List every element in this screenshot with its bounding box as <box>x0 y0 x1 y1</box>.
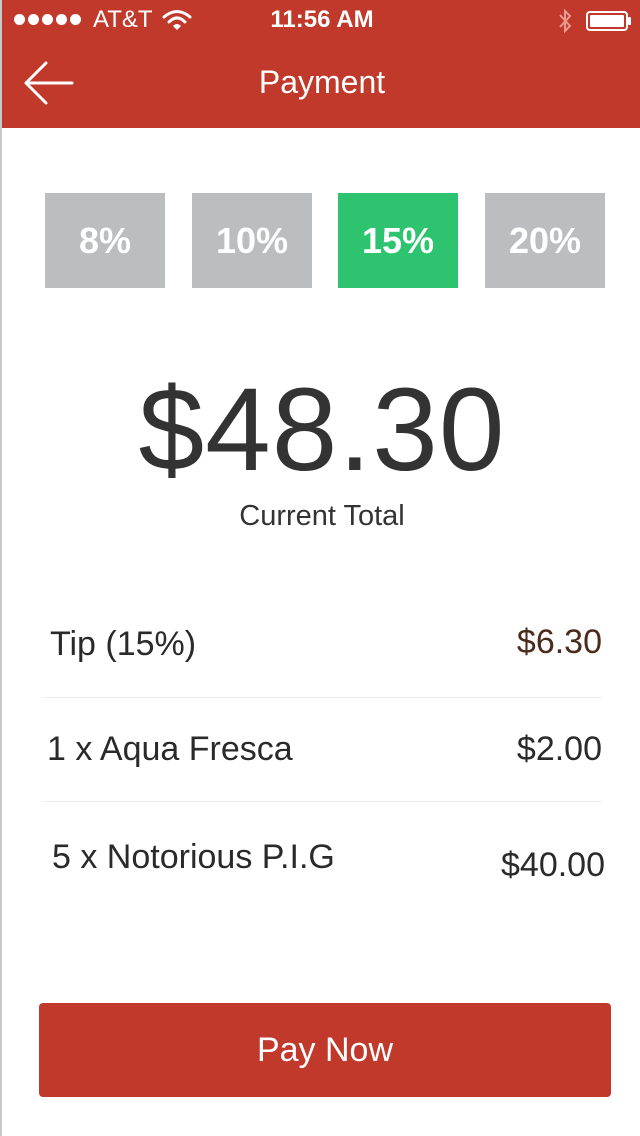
pay-now-button[interactable]: Pay Now <box>39 1003 611 1097</box>
line-item-price: $2.00 <box>516 730 602 768</box>
page-title: Payment <box>258 64 386 100</box>
header-bar: AT&T 11:56 AM Payment <box>2 0 640 128</box>
line-item-notorious-pig: 5 x Notorious P.I.G $40.00 <box>42 810 605 914</box>
payment-screen: AT&T 11:56 AM Payment 8% 10% 15% 20% $48… <box>0 0 640 1136</box>
line-item-name: Tip (15%) <box>50 625 197 663</box>
battery-icon <box>586 11 631 31</box>
tip-option-20[interactable]: 20% <box>485 193 605 288</box>
bluetooth-icon <box>559 8 572 34</box>
tip-selector: 8% 10% 15% 20% <box>45 193 606 288</box>
line-item-price: $6.30 <box>516 623 602 661</box>
line-item-name: 1 x Aqua Fresca <box>47 730 293 768</box>
tip-option-8[interactable]: 8% <box>45 193 165 288</box>
tip-option-15[interactable]: 15% <box>338 193 458 288</box>
line-item-aqua-fresca: 1 x Aqua Fresca $2.00 <box>42 698 602 802</box>
total-amount: $48.30 <box>138 364 506 496</box>
line-item-name: 5 x Notorious P.I.G <box>52 838 335 876</box>
line-item-price: $40.00 <box>501 846 605 884</box>
status-time: 11:56 AM <box>270 6 374 33</box>
tip-option-10[interactable]: 10% <box>192 193 312 288</box>
total-label: Current Total <box>239 500 405 532</box>
line-item-tip: Tip (15%) $6.30 <box>42 594 602 698</box>
status-bar: AT&T 11:56 AM <box>2 0 640 40</box>
